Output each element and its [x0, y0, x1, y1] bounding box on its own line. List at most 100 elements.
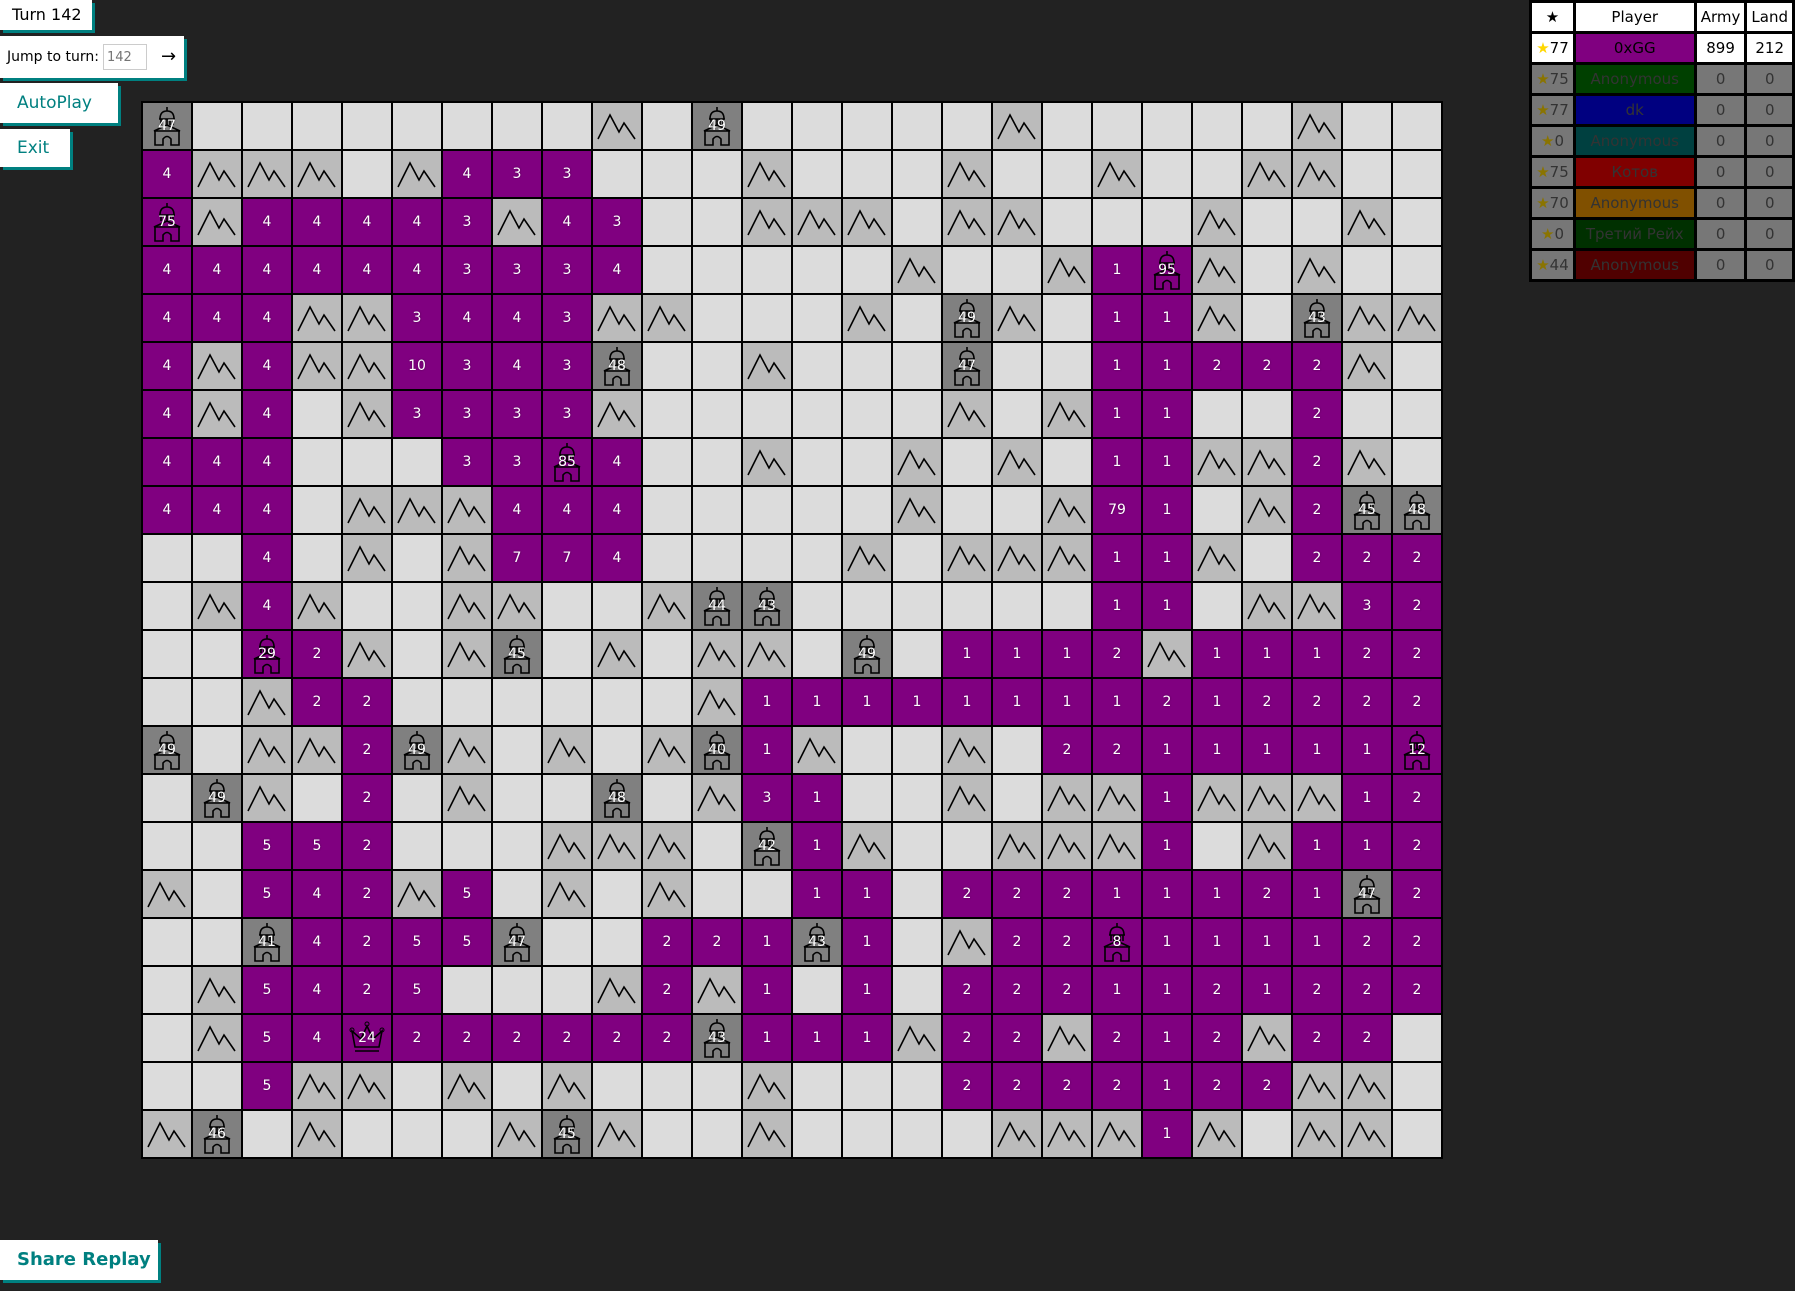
map-cell-player[interactable]: 2: [1291, 1013, 1343, 1063]
map-cell-empty[interactable]: [1391, 245, 1443, 295]
map-cell-mountain[interactable]: [741, 1109, 793, 1159]
map-cell-player[interactable]: 3: [491, 389, 543, 439]
map-cell-player[interactable]: 79: [1091, 485, 1143, 535]
map-cell-mountain[interactable]: [441, 725, 493, 775]
map-cell-player[interactable]: 4: [391, 245, 443, 295]
map-cell-mountain[interactable]: [741, 1061, 793, 1111]
map-cell-player[interactable]: 2: [1091, 725, 1143, 775]
map-cell-mountain[interactable]: [1191, 533, 1243, 583]
map-cell-mountain[interactable]: [241, 725, 293, 775]
map-cell-player[interactable]: 1: [1191, 917, 1243, 967]
map-cell-mountain[interactable]: [991, 533, 1043, 583]
map-cell-mountain[interactable]: [1041, 485, 1093, 535]
map-cell-player[interactable]: 4: [241, 485, 293, 535]
map-cell-mountain[interactable]: [341, 389, 393, 439]
map-cell-empty[interactable]: [641, 1061, 693, 1111]
map-cell-empty[interactable]: [641, 485, 693, 535]
map-cell-player[interactable]: 2: [1091, 629, 1143, 679]
map-cell-empty[interactable]: [541, 965, 593, 1015]
map-cell-mountain[interactable]: [1041, 1013, 1093, 1063]
map-cell-neutral-city[interactable]: 43: [791, 917, 843, 967]
map-cell-player[interactable]: 2: [991, 917, 1043, 967]
map-cell-mountain[interactable]: [1091, 821, 1143, 871]
map-cell-player[interactable]: 1: [1091, 677, 1143, 727]
map-cell-player[interactable]: 2: [1291, 389, 1343, 439]
map-cell-mountain[interactable]: [341, 341, 393, 391]
map-cell-empty[interactable]: [891, 341, 943, 391]
map-cell-empty[interactable]: [791, 581, 843, 631]
map-cell-player[interactable]: 4: [141, 389, 193, 439]
map-cell-player[interactable]: 1: [1141, 485, 1193, 535]
map-cell-player[interactable]: 2: [1291, 533, 1343, 583]
map-cell-neutral-city[interactable]: 43: [741, 581, 793, 631]
map-cell-player[interactable]: 4: [241, 389, 293, 439]
map-cell-empty[interactable]: [341, 437, 393, 487]
map-cell-player[interactable]: 2: [991, 965, 1043, 1015]
map-cell-neutral-city[interactable]: 43: [691, 1013, 743, 1063]
map-cell-player[interactable]: 4: [591, 437, 643, 487]
map-cell-mountain[interactable]: [1241, 1013, 1293, 1063]
map-cell-empty[interactable]: [491, 965, 543, 1015]
jump-to-turn-input[interactable]: [102, 44, 147, 70]
map-cell-player[interactable]: 1: [791, 821, 843, 871]
map-cell-player[interactable]: 1: [1041, 677, 1093, 727]
map-cell-neutral-city[interactable]: 49: [691, 101, 743, 151]
map-cell-player[interactable]: 2: [1391, 869, 1443, 919]
map-cell-player[interactable]: 1: [941, 629, 993, 679]
map-cell-player[interactable]: 3: [1341, 581, 1393, 631]
map-cell-player[interactable]: 1: [1141, 1109, 1193, 1159]
map-cell-empty[interactable]: [391, 101, 443, 151]
map-cell-mountain[interactable]: [291, 293, 343, 343]
map-cell-empty[interactable]: [491, 869, 543, 919]
map-cell-mountain[interactable]: [191, 389, 243, 439]
map-cell-empty[interactable]: [1141, 197, 1193, 247]
map-cell-player[interactable]: 2: [441, 1013, 493, 1063]
map-cell-mountain[interactable]: [1291, 1061, 1343, 1111]
map-cell-mountain[interactable]: [441, 1061, 493, 1111]
map-cell-player[interactable]: 2: [1291, 437, 1343, 487]
map-cell-player[interactable]: 2: [341, 821, 393, 871]
map-cell-player[interactable]: 2: [641, 965, 693, 1015]
map-cell-empty[interactable]: [141, 965, 193, 1015]
map-cell-player[interactable]: 4: [141, 149, 193, 199]
map-cell-player[interactable]: 4: [241, 245, 293, 295]
map-cell-player[interactable]: 2: [1191, 1013, 1243, 1063]
map-cell-player[interactable]: 2: [641, 1013, 693, 1063]
map-cell-player[interactable]: 2: [341, 917, 393, 967]
share-replay-button[interactable]: Share Replay: [0, 1240, 158, 1280]
map-cell-empty[interactable]: [591, 149, 643, 199]
map-cell-empty[interactable]: [791, 149, 843, 199]
map-cell-player[interactable]: 2: [541, 1013, 593, 1063]
map-cell-player[interactable]: 4: [591, 533, 643, 583]
map-cell-player[interactable]: 2: [941, 869, 993, 919]
map-cell-player[interactable]: 2: [1391, 773, 1443, 823]
map-cell-player[interactable]: 1: [1141, 1061, 1193, 1111]
map-cell-player[interactable]: 1: [841, 869, 893, 919]
map-cell-player[interactable]: 3: [541, 293, 593, 343]
map-cell-empty[interactable]: [891, 773, 943, 823]
map-cell-empty[interactable]: [841, 773, 893, 823]
map-cell-empty[interactable]: [1241, 389, 1293, 439]
map-cell-player[interactable]: 3: [491, 149, 543, 199]
map-cell-empty[interactable]: [191, 869, 243, 919]
map-cell-player[interactable]: 1: [1141, 581, 1193, 631]
exit-button[interactable]: Exit: [0, 129, 70, 167]
map-cell-player[interactable]: 3: [441, 437, 493, 487]
map-cell-empty[interactable]: [491, 821, 543, 871]
map-cell-mountain[interactable]: [1291, 1109, 1343, 1159]
map-cell-empty[interactable]: [441, 677, 493, 727]
map-cell-player[interactable]: 2: [941, 1013, 993, 1063]
map-cell-player[interactable]: 4: [241, 437, 293, 487]
map-cell-mountain[interactable]: [541, 869, 593, 919]
map-cell-player[interactable]: 2: [941, 965, 993, 1015]
map-cell-player[interactable]: 5: [241, 965, 293, 1015]
map-cell-mountain[interactable]: [641, 293, 693, 343]
map-cell-player[interactable]: 1: [1141, 533, 1193, 583]
map-cell-empty[interactable]: [141, 917, 193, 967]
map-cell-player[interactable]: 4: [141, 245, 193, 295]
map-cell-empty[interactable]: [841, 101, 893, 151]
map-cell-player[interactable]: 2: [1291, 485, 1343, 535]
map-cell-empty[interactable]: [191, 821, 243, 871]
map-cell-empty[interactable]: [641, 341, 693, 391]
map-cell-player[interactable]: 2: [1041, 917, 1093, 967]
